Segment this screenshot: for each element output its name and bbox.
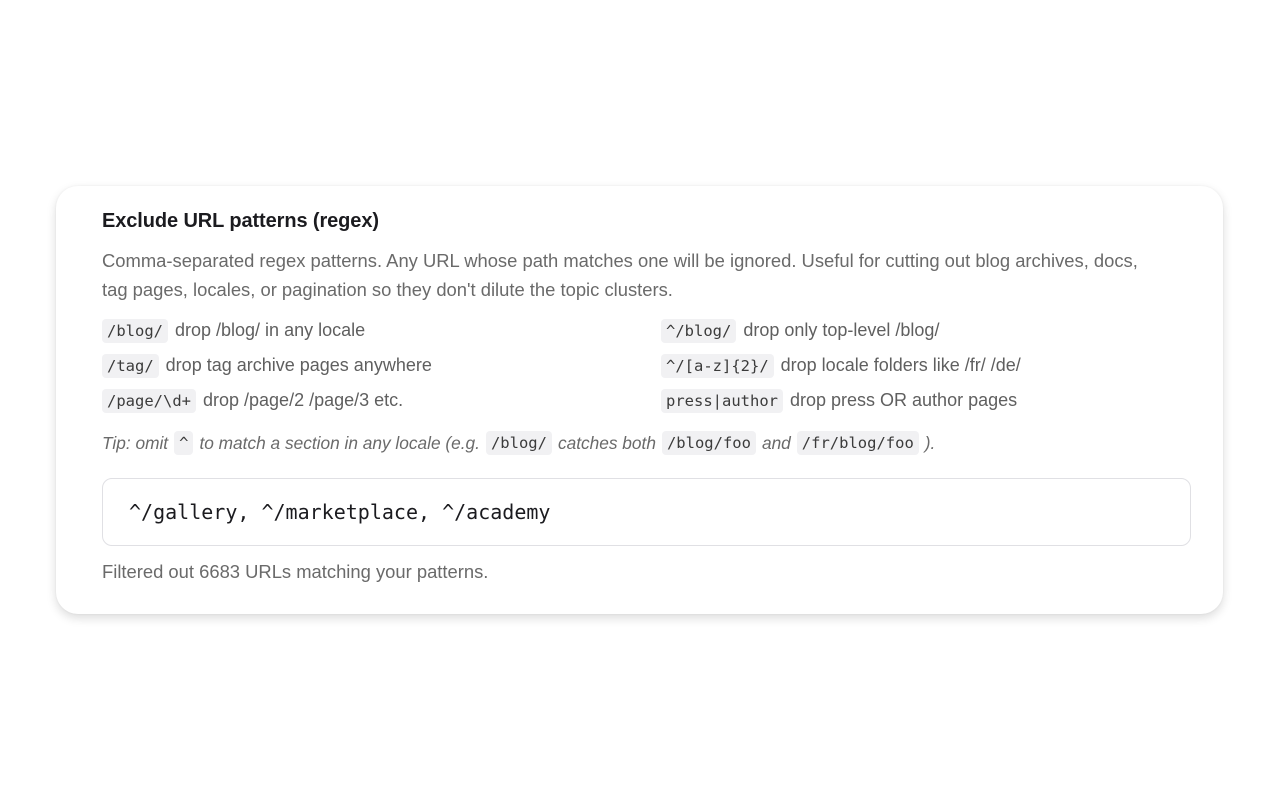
example-pattern: ^/[a-z]{2}/: [661, 353, 774, 378]
example-text: drop /blog/ in any locale: [175, 320, 366, 340]
example-text: drop /page/2 /page/3 etc.: [203, 390, 404, 410]
tip-part: catches both: [557, 432, 656, 453]
tip-part: Tip: omit: [102, 432, 169, 453]
example-item: ^/[a-z]{2}/ drop locale folders like /fr…: [661, 348, 1161, 383]
example-pattern: /page/\d+: [102, 388, 196, 413]
example-text: drop locale folders like /fr/ /de/: [780, 355, 1021, 375]
tip-code: /fr/blog/foo: [796, 431, 919, 455]
pattern-input-container[interactable]: [102, 478, 1191, 546]
tip-part: to match a section in any locale (e.g.: [199, 432, 480, 453]
example-item: ^/blog/ drop only top-level /blog/: [661, 313, 1161, 348]
example-text: drop press OR author pages: [789, 390, 1018, 410]
tip-code: /blog/foo: [661, 431, 756, 455]
example-item: press|author drop press OR author pages: [661, 383, 1161, 418]
tip-part: and: [761, 432, 791, 453]
exclude-patterns-card: Exclude URL patterns (regex) Comma-separ…: [56, 186, 1223, 614]
example-pattern: ^/blog/: [661, 318, 737, 343]
section-title: Exclude URL patterns (regex): [102, 210, 379, 232]
filter-status: Filtered out 6683 URLs matching your pat…: [102, 561, 489, 582]
section-description: Comma-separated regex patterns. Any URL …: [102, 250, 1138, 300]
example-pattern: /blog/: [102, 318, 168, 343]
example-item: /tag/ drop tag archive pages anywhere: [102, 348, 661, 383]
example-item: /blog/ drop /blog/ in any locale: [102, 313, 661, 348]
pattern-input[interactable]: [129, 500, 1164, 524]
tip-part: ).: [924, 432, 936, 453]
example-pattern: press|author: [661, 388, 783, 413]
example-text: drop only top-level /blog/: [743, 320, 940, 340]
examples-grid: /blog/ drop /blog/ in any locale ^/blog/…: [102, 313, 1192, 418]
tip-text: Tip: omit ^ to match a section in any lo…: [102, 431, 1192, 455]
example-pattern: /tag/: [102, 353, 159, 378]
example-item: /page/\d+ drop /page/2 /page/3 etc.: [102, 383, 661, 418]
tip-code: ^: [174, 431, 194, 455]
example-text: drop tag archive pages anywhere: [165, 355, 432, 375]
tip-code: /blog/: [485, 431, 552, 455]
